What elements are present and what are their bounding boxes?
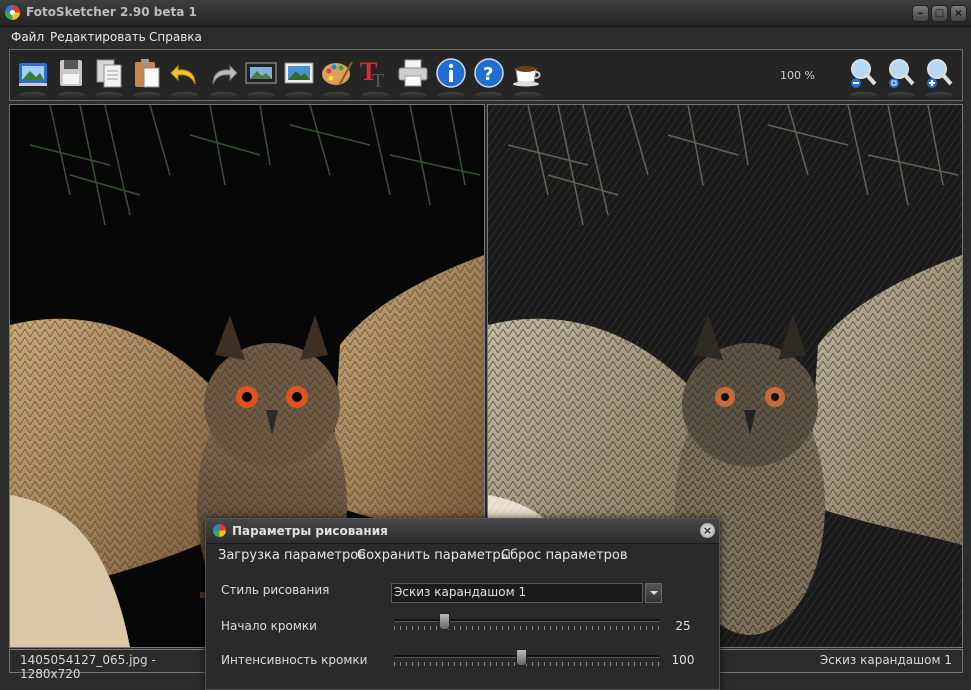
zoom-level-label: 100 % (780, 69, 815, 82)
redo-button[interactable] (206, 56, 240, 98)
minimize-button[interactable]: – (912, 5, 929, 22)
window-title: FotoSketcher 2.90 beta 1 (26, 5, 197, 19)
zoom-out-icon (851, 59, 877, 88)
save-button[interactable] (54, 56, 88, 98)
film-frame-icon (245, 62, 277, 84)
drawing-style-label: Стиль рисования (221, 583, 330, 597)
title-bar: FotoSketcher 2.90 beta 1 – □ × (0, 0, 971, 27)
landscape-button[interactable] (282, 56, 316, 98)
film-frame-button[interactable] (244, 56, 278, 98)
undo-button[interactable] (168, 56, 202, 98)
save-disk-icon (60, 60, 82, 86)
toolbar: TT ? 100 % (9, 49, 963, 101)
dialog-title-bar[interactable]: Параметры рисования × (206, 519, 719, 544)
drawing-style-value: Эскиз карандашом 1 (394, 585, 527, 599)
help-question-icon: ? (474, 58, 504, 88)
open-image-button[interactable] (16, 56, 50, 98)
zoom-out-button[interactable] (846, 56, 880, 98)
menu-help[interactable]: Справка (149, 30, 202, 44)
status-file-info: 1405054127_065.jpg - 1280x720 (9, 649, 211, 681)
drawing-style-dropdown-button[interactable] (645, 583, 662, 603)
copy-button[interactable] (92, 56, 126, 98)
edge-start-label: Начало кромки (221, 619, 317, 633)
paste-button[interactable] (130, 56, 164, 98)
landscape-picture-icon (284, 62, 314, 84)
palette-icon (322, 61, 353, 85)
copy-icon (96, 59, 122, 88)
drawing-style-select[interactable]: Эскиз карандашом 1 (391, 583, 643, 603)
menu-edit[interactable]: Редактировать (50, 30, 146, 44)
print-button[interactable] (396, 56, 430, 98)
dialog-app-logo-icon (213, 524, 226, 537)
status-file-info-text: 1405054127_065.jpg - 1280x720 (20, 653, 156, 681)
edge-start-value: 25 (675, 619, 691, 633)
help-button[interactable]: ? (472, 56, 506, 98)
coffee-cup-icon (513, 66, 541, 87)
menu-file[interactable]: Файл (11, 30, 44, 44)
edge-start-track (394, 619, 659, 622)
svg-text:?: ? (483, 64, 493, 85)
edge-start-slider[interactable] (394, 613, 659, 633)
undo-arrow-icon (170, 64, 196, 85)
text-tool-icon: TT (360, 57, 384, 92)
dialog-close-button[interactable]: × (700, 523, 715, 538)
info-button[interactable] (434, 56, 468, 98)
redo-arrow-icon (212, 64, 238, 85)
close-window-button[interactable]: × (950, 5, 967, 22)
info-icon (436, 58, 466, 88)
open-image-icon (19, 63, 47, 86)
reset-parameters-menu[interactable]: Сброс параметров (501, 548, 628, 563)
menu-bar: Файл Редактировать Справка (0, 27, 971, 48)
load-parameters-menu[interactable]: Загрузка параметров (218, 548, 366, 563)
printer-icon (398, 59, 428, 87)
edge-intensity-thumb[interactable] (516, 649, 527, 666)
edge-intensity-label: Интенсивность кромки (221, 653, 368, 667)
save-parameters-menu[interactable]: Сохранить параметры (357, 548, 511, 563)
zoom-fit-icon (889, 59, 915, 88)
app-logo-icon (5, 5, 20, 20)
svg-text:T: T (372, 70, 384, 90)
edge-start-ticks (394, 626, 659, 630)
edge-intensity-value: 100 (671, 653, 695, 667)
paste-icon (135, 59, 160, 88)
status-style-text: Эскиз карандашом 1 (819, 653, 952, 667)
drawing-parameters-dialog: Параметры рисования × Загрузка параметро… (205, 518, 720, 690)
maximize-button[interactable]: □ (931, 5, 948, 22)
palette-button[interactable] (320, 56, 354, 98)
zoom-in-icon (927, 59, 953, 88)
donate-coffee-button[interactable] (510, 56, 544, 98)
zoom-in-button[interactable] (922, 56, 956, 98)
edge-intensity-slider[interactable] (394, 649, 659, 669)
status-style: Эскиз карандашом 1 (716, 649, 963, 673)
zoom-fit-button[interactable] (884, 56, 918, 98)
edge-start-thumb[interactable] (439, 613, 450, 630)
text-tool-button[interactable]: TT (358, 56, 392, 98)
dialog-title: Параметры рисования (232, 524, 388, 538)
